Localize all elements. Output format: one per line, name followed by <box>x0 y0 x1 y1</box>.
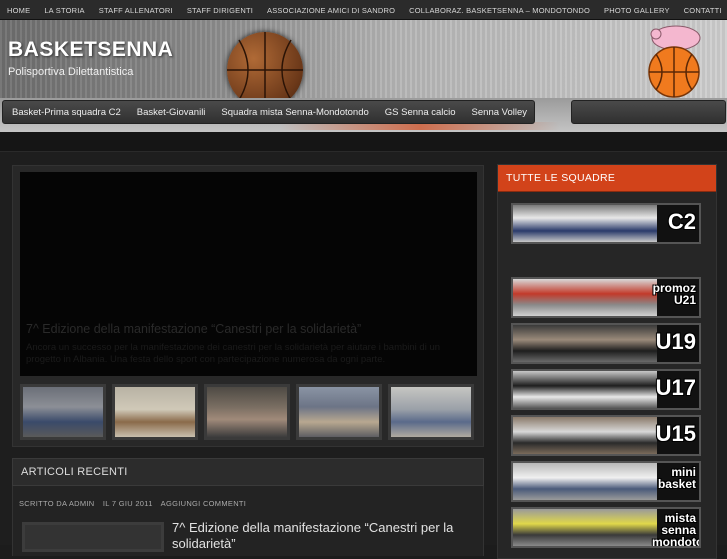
top-navigation: HOME LA STORIA STAFF ALLENATORI STAFF DI… <box>0 0 727 20</box>
slider-thumbnail[interactable] <box>296 384 382 440</box>
team-label: U15 <box>655 421 696 446</box>
topnav-home[interactable]: HOME <box>0 6 37 15</box>
recent-articles-heading: ARTICOLI RECENTI <box>21 466 128 478</box>
topnav-la-storia[interactable]: LA STORIA <box>37 6 91 15</box>
team-photo <box>513 205 657 242</box>
team-banner-mista[interactable]: mista senna mondotondo <box>511 507 701 548</box>
team-label: mini basket <box>657 465 696 491</box>
topnav-contatti[interactable]: CONTATTI <box>677 6 727 15</box>
team-banner-u19[interactable]: U19 <box>511 323 701 364</box>
team-banner-u17[interactable]: U17 <box>511 369 701 410</box>
post-meta: SCRITTO DA ADMIN IL 7 GIU 2011 AGGIUNGI … <box>19 499 252 508</box>
team-banner-u15[interactable]: U15 <box>511 415 701 456</box>
topnav-staff-allenatori[interactable]: STAFF ALLENATORI <box>92 6 180 15</box>
sidebar-header: TUTTE LE SQUADRE <box>498 165 716 192</box>
search-box[interactable] <box>571 100 726 124</box>
post-date: IL 7 GIU 2011 <box>102 499 153 508</box>
featured-slide[interactable]: 7^ Edizione della manifestazione “Canest… <box>20 172 477 376</box>
cat-senna-volley[interactable]: Senna Volley <box>463 107 534 118</box>
cat-squadra-mista[interactable]: Squadra mista Senna-Mondotondo <box>212 107 375 118</box>
topnav-photo-gallery[interactable]: PHOTO GALLERY <box>597 6 677 15</box>
featured-thumbnails <box>20 384 477 440</box>
team-photo <box>513 509 657 546</box>
post-comments-link[interactable]: AGGIUNGI COMMENTI <box>161 499 247 508</box>
team-photo <box>513 463 657 500</box>
site-title[interactable]: BASKETSENNA <box>8 38 173 62</box>
team-banner-minibasket[interactable]: mini basket <box>511 461 701 502</box>
team-photo <box>513 279 657 316</box>
post-thumbnail[interactable] <box>22 522 164 552</box>
team-label: promoz U21 <box>652 281 696 307</box>
topnav-staff-dirigenti[interactable]: STAFF DIRIGENTI <box>180 6 260 15</box>
topnav-associazione[interactable]: ASSOCIAZIONE AMICI DI SANDRO <box>260 6 402 15</box>
team-photo <box>513 325 657 362</box>
team-label: U17 <box>655 375 696 400</box>
pig-mascot-logo[interactable] <box>640 22 706 98</box>
slider-thumbnail[interactable] <box>20 384 106 440</box>
team-banner-u21[interactable]: promoz U21 <box>511 277 701 318</box>
team-banner-c2[interactable]: C2 <box>511 203 701 244</box>
header-shadow-band <box>0 132 727 152</box>
site-subtitle: Polisportiva Dilettantistica <box>8 66 134 78</box>
featured-excerpt: Ancora un successo per la manifestazione… <box>26 342 441 365</box>
team-label: U19 <box>655 329 696 354</box>
sidebar-heading: TUTTE LE SQUADRE <box>506 172 616 184</box>
basketball-lines-icon <box>227 32 303 98</box>
team-photo <box>513 417 657 454</box>
slider-thumbnail[interactable] <box>388 384 474 440</box>
slider-thumbnail[interactable] <box>204 384 290 440</box>
slider-thumbnail[interactable] <box>112 384 198 440</box>
category-navigation: Basket-Prima squadra C2 Basket-Giovanili… <box>2 100 535 124</box>
featured-title[interactable]: 7^ Edizione della manifestazione “Canest… <box>26 322 361 336</box>
post-author[interactable]: SCRITTO DA ADMIN <box>19 499 95 508</box>
topnav-collaborazione[interactable]: COLLABORAZ. BASKETSENNA – MONDOTONDO <box>402 6 597 15</box>
cat-giovanili[interactable]: Basket-Giovanili <box>128 107 213 118</box>
site-header: BASKETSENNA Polisportiva Dilettantistica <box>0 20 727 98</box>
team-photo <box>513 371 657 408</box>
team-label: mista senna mondotondo <box>652 511 699 548</box>
cat-gs-senna-calcio[interactable]: GS Senna calcio <box>376 107 463 118</box>
team-label: C2 <box>667 209 696 234</box>
recent-articles-header: ARTICOLI RECENTI <box>12 458 484 486</box>
cat-prima-squadra[interactable]: Basket-Prima squadra C2 <box>3 107 128 118</box>
post-title[interactable]: 7^ Edizione della manifestazione “Canest… <box>172 520 482 552</box>
basketball-image <box>227 32 303 98</box>
